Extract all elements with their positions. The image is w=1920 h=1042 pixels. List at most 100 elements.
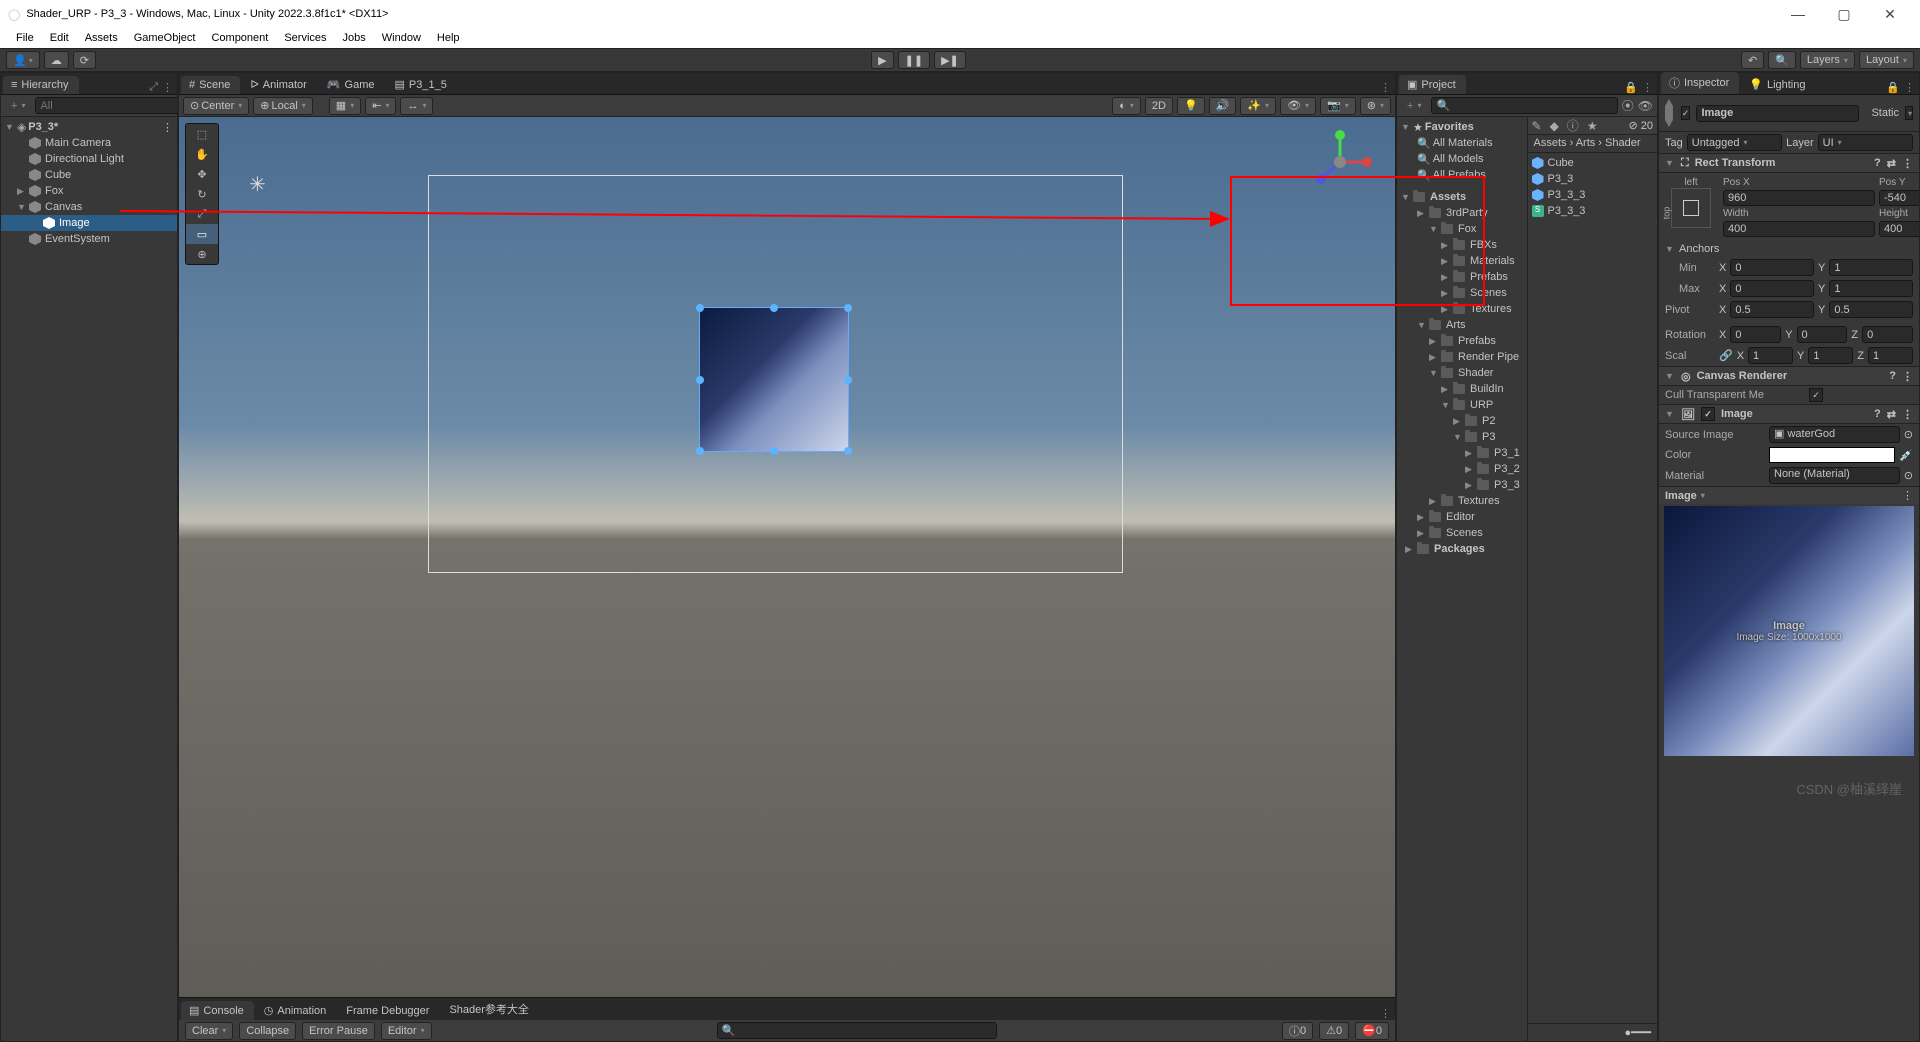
hierarchy-item[interactable]: ▶Fox bbox=[1, 183, 177, 199]
play-button[interactable]: ▶ bbox=[871, 51, 893, 69]
hierarchy-item[interactable]: Main Camera bbox=[1, 135, 177, 151]
rot-x-input[interactable] bbox=[1730, 326, 1781, 343]
undo-history-button[interactable]: ↶ bbox=[1741, 51, 1764, 69]
hierarchy-item-selected[interactable]: Image bbox=[1, 215, 177, 231]
posx-input[interactable] bbox=[1723, 190, 1875, 206]
name-input[interactable] bbox=[1696, 105, 1859, 122]
account-button[interactable]: 👤 bbox=[6, 51, 40, 69]
filter-icon[interactable]: ⦿ bbox=[1622, 97, 1634, 114]
scene-menu-icon[interactable]: ⋮ bbox=[162, 121, 177, 134]
image-enabled-checkbox[interactable]: ✓ bbox=[1701, 407, 1715, 421]
anchor-maxx-input[interactable] bbox=[1730, 280, 1814, 297]
project-folder[interactable]: ▶Materials bbox=[1397, 253, 1527, 269]
menu-jobs[interactable]: Jobs bbox=[335, 30, 374, 46]
lock-icon[interactable]: 🔒 bbox=[1886, 81, 1900, 94]
panel-menu-icon[interactable]: ⋮ bbox=[1642, 81, 1653, 94]
layers-dropdown[interactable]: Layers bbox=[1800, 51, 1855, 69]
pivot-dropdown[interactable]: ⊙Center bbox=[183, 97, 249, 115]
canvas-renderer-header[interactable]: ▼◎Canvas Renderer?⋮ bbox=[1659, 366, 1919, 386]
cloud-button[interactable]: ☁ bbox=[44, 51, 69, 69]
menu-edit[interactable]: Edit bbox=[42, 30, 77, 46]
camera-settings[interactable]: 📷 bbox=[1320, 97, 1356, 115]
width-input[interactable] bbox=[1723, 221, 1875, 237]
pause-button[interactable]: ❚❚ bbox=[898, 51, 930, 69]
tag-dropdown[interactable]: Untagged bbox=[1687, 134, 1782, 151]
preview-header[interactable]: Image⋮ bbox=[1659, 486, 1919, 504]
menu-help[interactable]: Help bbox=[429, 30, 468, 46]
anchor-maxy-input[interactable] bbox=[1829, 280, 1913, 297]
project-folder[interactable]: ▼Shader bbox=[1397, 365, 1527, 381]
warn-count[interactable]: ⚠ 0 bbox=[1319, 1022, 1349, 1040]
anchors-foldout[interactable]: ▼Anchors bbox=[1659, 241, 1919, 257]
rotate-tool[interactable]: ↻ bbox=[186, 184, 218, 204]
scale-tool[interactable]: ⤢ bbox=[186, 204, 218, 224]
visibility-toggle[interactable]: 👁 bbox=[1280, 97, 1316, 115]
hierarchy-item[interactable]: Directional Light bbox=[1, 151, 177, 167]
hierarchy-item[interactable]: ▼Canvas bbox=[1, 199, 177, 215]
step-button[interactable]: ▶❚ bbox=[934, 51, 966, 69]
project-folder[interactable]: ▶P2 bbox=[1397, 413, 1527, 429]
project-folder[interactable]: ▶Textures bbox=[1397, 493, 1527, 509]
menu-services[interactable]: Services bbox=[276, 30, 334, 46]
color-field[interactable] bbox=[1769, 447, 1895, 463]
anchor-preset-button[interactable]: top bbox=[1671, 188, 1711, 228]
panel-menu-icon[interactable]: ⋮ bbox=[1904, 81, 1915, 94]
anchor-minx-input[interactable] bbox=[1730, 259, 1814, 276]
project-folder[interactable]: ▶Scenes bbox=[1397, 285, 1527, 301]
source-image-field[interactable]: ▣ waterGod bbox=[1769, 426, 1900, 443]
2d-toggle[interactable]: 2D bbox=[1145, 97, 1173, 115]
scene-root[interactable]: ▼◈P3_3*⋮ bbox=[1, 119, 177, 135]
error-pause-button[interactable]: Error Pause bbox=[302, 1022, 375, 1040]
tag-icon[interactable]: ◆ bbox=[1550, 119, 1559, 133]
object-picker-icon[interactable]: ⊙ bbox=[1904, 428, 1913, 441]
link-icon[interactable]: 🔗 bbox=[1719, 349, 1733, 362]
scale-y-input[interactable] bbox=[1808, 347, 1853, 364]
clear-button[interactable]: Clear bbox=[185, 1022, 233, 1040]
rot-y-input[interactable] bbox=[1797, 326, 1848, 343]
project-folder[interactable]: ▶P3_3 bbox=[1397, 477, 1527, 493]
transform-tool[interactable]: ⊕ bbox=[186, 244, 218, 264]
tab-shaderref[interactable]: Shader参考大全 bbox=[441, 998, 538, 1020]
breadcrumb[interactable]: Assets › Arts › Shader bbox=[1528, 135, 1658, 153]
component-menu-icon[interactable]: ⋮ bbox=[1902, 370, 1913, 383]
scene-view[interactable]: ⬚ ✋ ✥ ↻ ⤢ ▭ ⊕ ✳ bbox=[179, 117, 1395, 997]
gizmos-dropdown[interactable]: ⊛ bbox=[1360, 97, 1391, 115]
rot-z-input[interactable] bbox=[1862, 326, 1913, 343]
editor-dropdown[interactable]: Editor bbox=[381, 1022, 432, 1040]
grid-item[interactable]: P3_3 bbox=[1528, 171, 1658, 187]
favorite-item[interactable]: 🔍All Materials bbox=[1397, 135, 1527, 151]
tab-hierarchy[interactable]: ≡Hierarchy bbox=[3, 76, 79, 94]
project-folder[interactable]: ▼P3 bbox=[1397, 429, 1527, 445]
panel-menu-icon[interactable]: ⋮ bbox=[1380, 81, 1391, 94]
create-dropdown[interactable]: + bbox=[5, 100, 31, 112]
move-tool[interactable]: ✥ bbox=[186, 164, 218, 184]
hierarchy-search-input[interactable] bbox=[35, 97, 187, 114]
project-folder[interactable]: ▶BuildIn bbox=[1397, 381, 1527, 397]
project-search-input[interactable] bbox=[1431, 97, 1617, 114]
tab-shader[interactable]: ▤P3_1_5 bbox=[387, 75, 457, 94]
help-icon[interactable]: ? bbox=[1874, 157, 1881, 169]
preset-icon[interactable]: ⇄ bbox=[1887, 408, 1896, 421]
hidden-packages-icon[interactable]: 👁 bbox=[1638, 99, 1653, 113]
static-dropdown[interactable] bbox=[1905, 106, 1913, 120]
tab-lighting[interactable]: 💡Lighting bbox=[1741, 75, 1815, 94]
grid-item[interactable]: P3_3_3 bbox=[1528, 187, 1658, 203]
component-menu-icon[interactable]: ⋮ bbox=[1902, 157, 1913, 170]
info-icon[interactable]: ⓘ bbox=[1567, 117, 1579, 134]
tab-animator[interactable]: ᐅAnimator bbox=[242, 75, 317, 94]
hierarchy-item[interactable]: EventSystem bbox=[1, 231, 177, 247]
cull-transparent-checkbox[interactable]: ✓ bbox=[1809, 388, 1823, 402]
search-button[interactable]: 🔍 bbox=[1768, 51, 1796, 69]
material-field[interactable]: None (Material) bbox=[1769, 467, 1900, 484]
scale-z-input[interactable] bbox=[1868, 347, 1913, 364]
minimize-button[interactable]: — bbox=[1776, 0, 1820, 28]
rect-transform-header[interactable]: ▼⛶ Rect Transform ? ⇄ ⋮ bbox=[1659, 153, 1919, 173]
project-folder[interactable]: ▶Textures bbox=[1397, 301, 1527, 317]
tab-scene[interactable]: #Scene bbox=[181, 76, 240, 94]
tab-framedebugger[interactable]: Frame Debugger bbox=[338, 1002, 439, 1020]
hand-tool[interactable]: ✋ bbox=[186, 144, 218, 164]
project-folder[interactable]: ▶P3_2 bbox=[1397, 461, 1527, 477]
posy-input[interactable] bbox=[1879, 190, 1919, 206]
preset-icon[interactable]: ⇄ bbox=[1887, 157, 1896, 170]
snap-increment-button[interactable]: ⇤ bbox=[365, 97, 396, 115]
